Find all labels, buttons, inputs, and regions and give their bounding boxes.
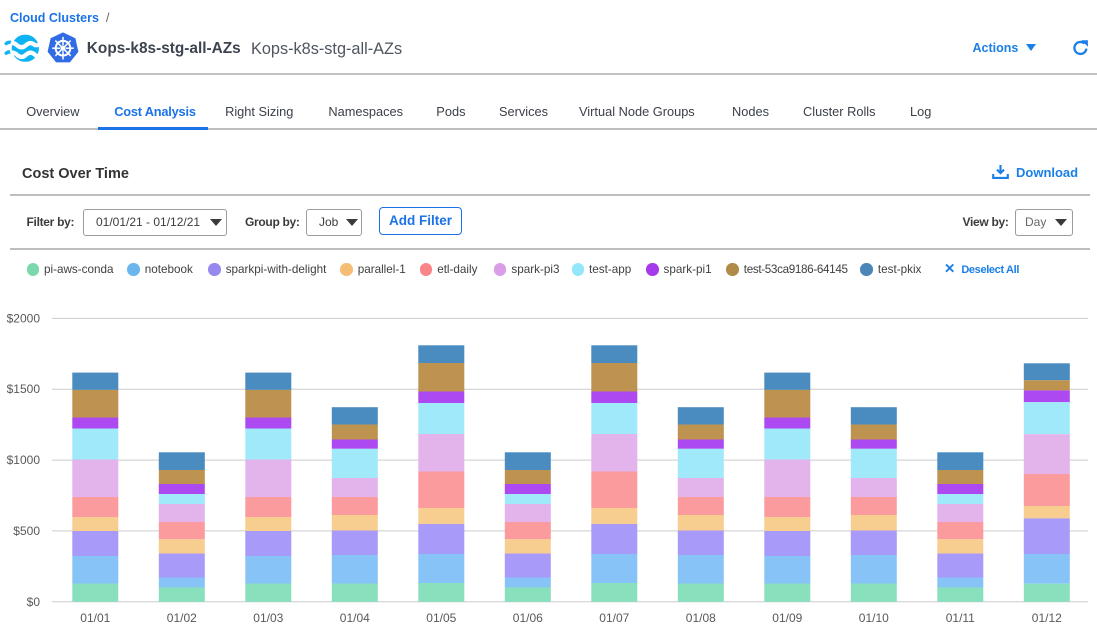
svg-text:$1000: $1000 [7, 453, 41, 467]
svg-text:01/07: 01/07 [599, 611, 629, 625]
svg-text:01/03: 01/03 [253, 611, 283, 625]
svg-text:01/06: 01/06 [513, 611, 543, 625]
svg-text:$500: $500 [13, 524, 40, 538]
svg-text:01/01: 01/01 [80, 611, 110, 625]
svg-text:01/04: 01/04 [340, 611, 370, 625]
svg-text:01/12: 01/12 [1032, 611, 1062, 625]
svg-text:01/02: 01/02 [167, 611, 197, 625]
svg-text:01/11: 01/11 [946, 611, 975, 625]
svg-text:01/10: 01/10 [859, 611, 889, 625]
svg-text:01/09: 01/09 [772, 611, 802, 625]
svg-text:$0: $0 [27, 595, 41, 609]
svg-text:$1500: $1500 [7, 382, 41, 396]
svg-text:01/08: 01/08 [686, 611, 716, 625]
svg-text:01/05: 01/05 [426, 611, 456, 625]
svg-text:$2000: $2000 [7, 311, 41, 325]
